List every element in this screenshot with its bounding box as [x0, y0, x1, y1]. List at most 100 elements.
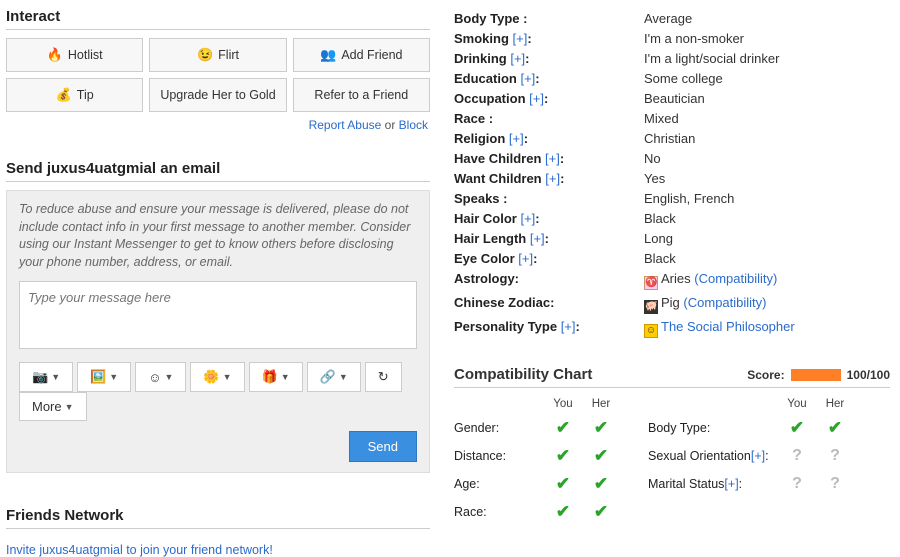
reload-icon: ↻: [378, 369, 389, 385]
zodiac-compat-link[interactable]: (Compatibility): [683, 295, 766, 310]
camera-button[interactable]: 📷▼: [19, 362, 73, 392]
compat-bodytype-label: Body Type:: [648, 421, 778, 435]
email-warning: To reduce abuse and ensure your message …: [19, 201, 417, 271]
label-smoking: Smoking [+]:: [454, 31, 644, 46]
tip-icon: 💰: [56, 87, 72, 103]
check-icon: ✔: [544, 502, 582, 522]
col-you-2: You: [778, 398, 816, 410]
gift-button[interactable]: 🎁▼: [249, 362, 303, 392]
add-friend-button[interactable]: 👥 Add Friend: [293, 38, 430, 72]
smiley-icon: ☺: [644, 324, 658, 338]
value-hair-length: Long: [644, 231, 890, 246]
value-zodiac: 🐖Pig (Compatibility): [644, 295, 890, 314]
invite-friend-link[interactable]: Invite juxus4uatgmial to join your frien…: [6, 543, 273, 557]
value-eye-color: Black: [644, 251, 890, 266]
value-race: Mixed: [644, 111, 890, 126]
aries-icon: ♈: [644, 276, 658, 290]
caret-icon: ▼: [339, 372, 348, 382]
plus-icon[interactable]: [+]: [724, 477, 738, 491]
col-you-1: You: [544, 398, 582, 410]
share-button[interactable]: 🖼️▼: [77, 362, 131, 392]
plus-icon[interactable]: [+]: [545, 151, 560, 166]
email-toolbar: 📷▼ 🖼️▼ ☺▼ 🌼▼ 🎁▼ 🔗▼ ↻ More ▼: [19, 362, 417, 421]
send-button[interactable]: Send: [349, 431, 417, 462]
value-smoking: I'm a non-smoker: [644, 31, 890, 46]
question-icon: ?: [778, 447, 816, 465]
col-her-1: Her: [582, 398, 620, 410]
label-eye-color: Eye Color [+]:: [454, 251, 644, 266]
flower-icon: 🌼: [203, 369, 219, 385]
value-religion: Christian: [644, 131, 890, 146]
upgrade-button[interactable]: Upgrade Her to Gold: [149, 78, 286, 112]
flower-button[interactable]: 🌼▼: [190, 362, 244, 392]
add-friend-label: Add Friend: [341, 48, 402, 62]
compat-race-label: Race:: [454, 505, 544, 519]
block-link[interactable]: Block: [399, 118, 428, 132]
plus-icon[interactable]: [+]: [510, 51, 525, 66]
interact-buttons: 🔥 Hotlist 😉 Flirt 👥 Add Friend 💰 Tip Upg…: [6, 38, 430, 112]
check-icon: ✔: [582, 474, 620, 494]
label-have-children: Have Children [+]:: [454, 151, 644, 166]
plus-icon[interactable]: [+]: [518, 251, 533, 266]
compat-grid: You Her You Her Gender: ✔ ✔ Body Type: ✔…: [454, 398, 890, 522]
check-icon: ✔: [816, 418, 854, 438]
plus-icon[interactable]: [+]: [513, 31, 528, 46]
score-bar: [791, 369, 841, 381]
reload-button[interactable]: ↻: [365, 362, 402, 392]
or-text: or: [381, 118, 398, 132]
friends-heading: Friends Network: [6, 507, 430, 529]
value-education: Some college: [644, 71, 890, 86]
question-icon: ?: [816, 475, 854, 493]
refer-button[interactable]: Refer to a Friend: [293, 78, 430, 112]
plus-icon[interactable]: [+]: [529, 91, 544, 106]
label-race: Race :: [454, 111, 644, 126]
value-speaks: English, French: [644, 191, 890, 206]
label-hair-color: Hair Color [+]:: [454, 211, 644, 226]
report-line: Report Abuse or Block: [6, 118, 428, 132]
personality-link[interactable]: The Social Philosopher: [661, 319, 795, 334]
plus-icon[interactable]: [+]: [751, 449, 765, 463]
more-label: More: [32, 399, 62, 414]
wink-icon: 😉: [197, 47, 213, 63]
compat-gender-label: Gender:: [454, 421, 544, 435]
link-button[interactable]: 🔗▼: [307, 362, 361, 392]
question-icon: ?: [778, 475, 816, 493]
flirt-button[interactable]: 😉 Flirt: [149, 38, 286, 72]
label-education: Education [+]:: [454, 71, 644, 86]
astrology-compat-link[interactable]: (Compatibility): [694, 271, 777, 286]
check-icon: ✔: [582, 502, 620, 522]
gift-icon: 🎁: [262, 369, 278, 385]
label-occupation: Occupation [+]:: [454, 91, 644, 106]
value-body-type: Average: [644, 11, 890, 26]
label-astrology: Astrology:: [454, 271, 644, 290]
plus-icon[interactable]: [+]: [520, 211, 535, 226]
plus-icon[interactable]: [+]: [530, 231, 545, 246]
compat-header: Compatibility Chart Score: 100/100: [454, 366, 890, 388]
emoji-button[interactable]: ☺▼: [135, 362, 186, 392]
plus-icon[interactable]: [+]: [545, 171, 560, 186]
message-input[interactable]: [19, 281, 417, 349]
plus-icon[interactable]: [+]: [509, 131, 524, 146]
compat-age-label: Age:: [454, 477, 544, 491]
value-occupation: Beautician: [644, 91, 890, 106]
hotlist-label: Hotlist: [68, 48, 103, 62]
col-her-2: Her: [816, 398, 854, 410]
plus-icon[interactable]: [+]: [561, 319, 576, 334]
upgrade-label: Upgrade Her to Gold: [160, 88, 275, 102]
check-icon: ✔: [544, 474, 582, 494]
caret-icon: ▼: [281, 372, 290, 382]
report-abuse-link[interactable]: Report Abuse: [309, 118, 382, 132]
check-icon: ✔: [778, 418, 816, 438]
label-drinking: Drinking [+]:: [454, 51, 644, 66]
interact-heading: Interact: [6, 8, 430, 30]
hotlist-button[interactable]: 🔥 Hotlist: [6, 38, 143, 72]
add-friend-icon: 👥: [320, 47, 336, 63]
value-astrology: ♈Aries (Compatibility): [644, 271, 890, 290]
plus-icon[interactable]: [+]: [520, 71, 535, 86]
compat-heading: Compatibility Chart: [454, 366, 592, 383]
label-religion: Religion [+]:: [454, 131, 644, 146]
check-icon: ✔: [544, 446, 582, 466]
more-button[interactable]: More ▼: [19, 392, 87, 421]
tip-button[interactable]: 💰 Tip: [6, 78, 143, 112]
refer-label: Refer to a Friend: [314, 88, 408, 102]
